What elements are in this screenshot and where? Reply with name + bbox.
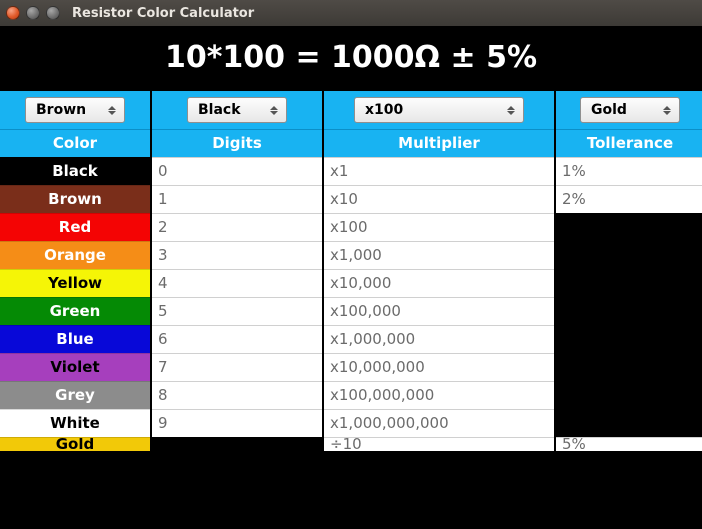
tolerance-cell [556, 353, 702, 381]
digit-cell: 0 [152, 157, 322, 185]
digit2-select[interactable]: Black [187, 97, 287, 123]
maximize-icon[interactable] [46, 6, 60, 20]
digit-cell: 5 [152, 297, 322, 325]
multiplier-value: x100 [365, 97, 403, 123]
header-color: Color [0, 129, 150, 157]
multiplier-cell: x100,000,000 [324, 381, 554, 409]
digit-cell: 1 [152, 185, 322, 213]
tolerance-value: Gold [591, 97, 627, 123]
result-display: 10*100 = 1000Ω ± 5% [0, 26, 702, 91]
multiplier-cell: x10 [324, 185, 554, 213]
color-swatch: Red [0, 213, 150, 241]
color-swatch: Violet [0, 353, 150, 381]
multiplier-cell: x1,000,000 [324, 325, 554, 353]
multiplier-cell: x1,000 [324, 241, 554, 269]
tolerance-cell: Gold [556, 91, 702, 129]
stepper-icon [108, 106, 118, 115]
tolerance-cell [556, 297, 702, 325]
window-titlebar: Resistor Color Calculator [0, 0, 702, 26]
minimize-icon[interactable] [26, 6, 40, 20]
tolerance-cell [556, 409, 702, 437]
header-multiplier: Multiplier [324, 129, 554, 157]
multiplier-cell: x100 [324, 91, 554, 129]
tolerance-cell [556, 269, 702, 297]
digit-cell: 2 [152, 213, 322, 241]
color-swatch: Blue [0, 325, 150, 353]
header-digits: Digits [152, 129, 322, 157]
color-swatch: Black [0, 157, 150, 185]
digit2-cell: Black [152, 91, 322, 129]
digit1-value: Brown [36, 97, 86, 123]
digit1-cell: Brown [0, 91, 150, 129]
color-swatch: Green [0, 297, 150, 325]
tolerance-cell: 1% [556, 157, 702, 185]
color-swatch: White [0, 409, 150, 437]
multiplier-cell: x10,000,000 [324, 353, 554, 381]
tolerance-cell [556, 241, 702, 269]
digit2-value: Black [198, 97, 241, 123]
multiplier-cell: x10,000 [324, 269, 554, 297]
color-swatch: Grey [0, 381, 150, 409]
stepper-icon [270, 106, 280, 115]
tolerance-cell [556, 325, 702, 353]
tolerance-select[interactable]: Gold [580, 97, 680, 123]
color-swatch: Brown [0, 185, 150, 213]
window-title: Resistor Color Calculator [72, 6, 254, 21]
multiplier-cell: ÷10 [324, 437, 554, 451]
digit-cell: 8 [152, 381, 322, 409]
multiplier-cell: x1,000,000,000 [324, 409, 554, 437]
multiplier-cell: x1 [324, 157, 554, 185]
close-icon[interactable] [6, 6, 20, 20]
tolerance-cell [556, 381, 702, 409]
color-swatch: Yellow [0, 269, 150, 297]
tolerance-cell [556, 213, 702, 241]
digit-cell: 7 [152, 353, 322, 381]
color-swatch: Orange [0, 241, 150, 269]
tolerance-cell: 5% [556, 437, 702, 451]
digit1-select[interactable]: Brown [25, 97, 125, 123]
stepper-icon [507, 106, 517, 115]
tolerance-cell: 2% [556, 185, 702, 213]
digit-cell: 6 [152, 325, 322, 353]
resistor-table: Brown Black x100 Gold Color Digits Mul [0, 91, 702, 451]
app-body: 10*100 = 1000Ω ± 5% Brown Black x100 Gol… [0, 26, 702, 529]
stepper-icon [663, 106, 673, 115]
color-swatch: Gold [0, 437, 150, 451]
header-tolerance: Tollerance [556, 129, 702, 157]
digit-cell: 4 [152, 269, 322, 297]
digit-cell: 9 [152, 409, 322, 437]
multiplier-select[interactable]: x100 [354, 97, 524, 123]
digit-cell [152, 437, 322, 451]
digit-cell: 3 [152, 241, 322, 269]
multiplier-cell: x100,000 [324, 297, 554, 325]
multiplier-cell: x100 [324, 213, 554, 241]
